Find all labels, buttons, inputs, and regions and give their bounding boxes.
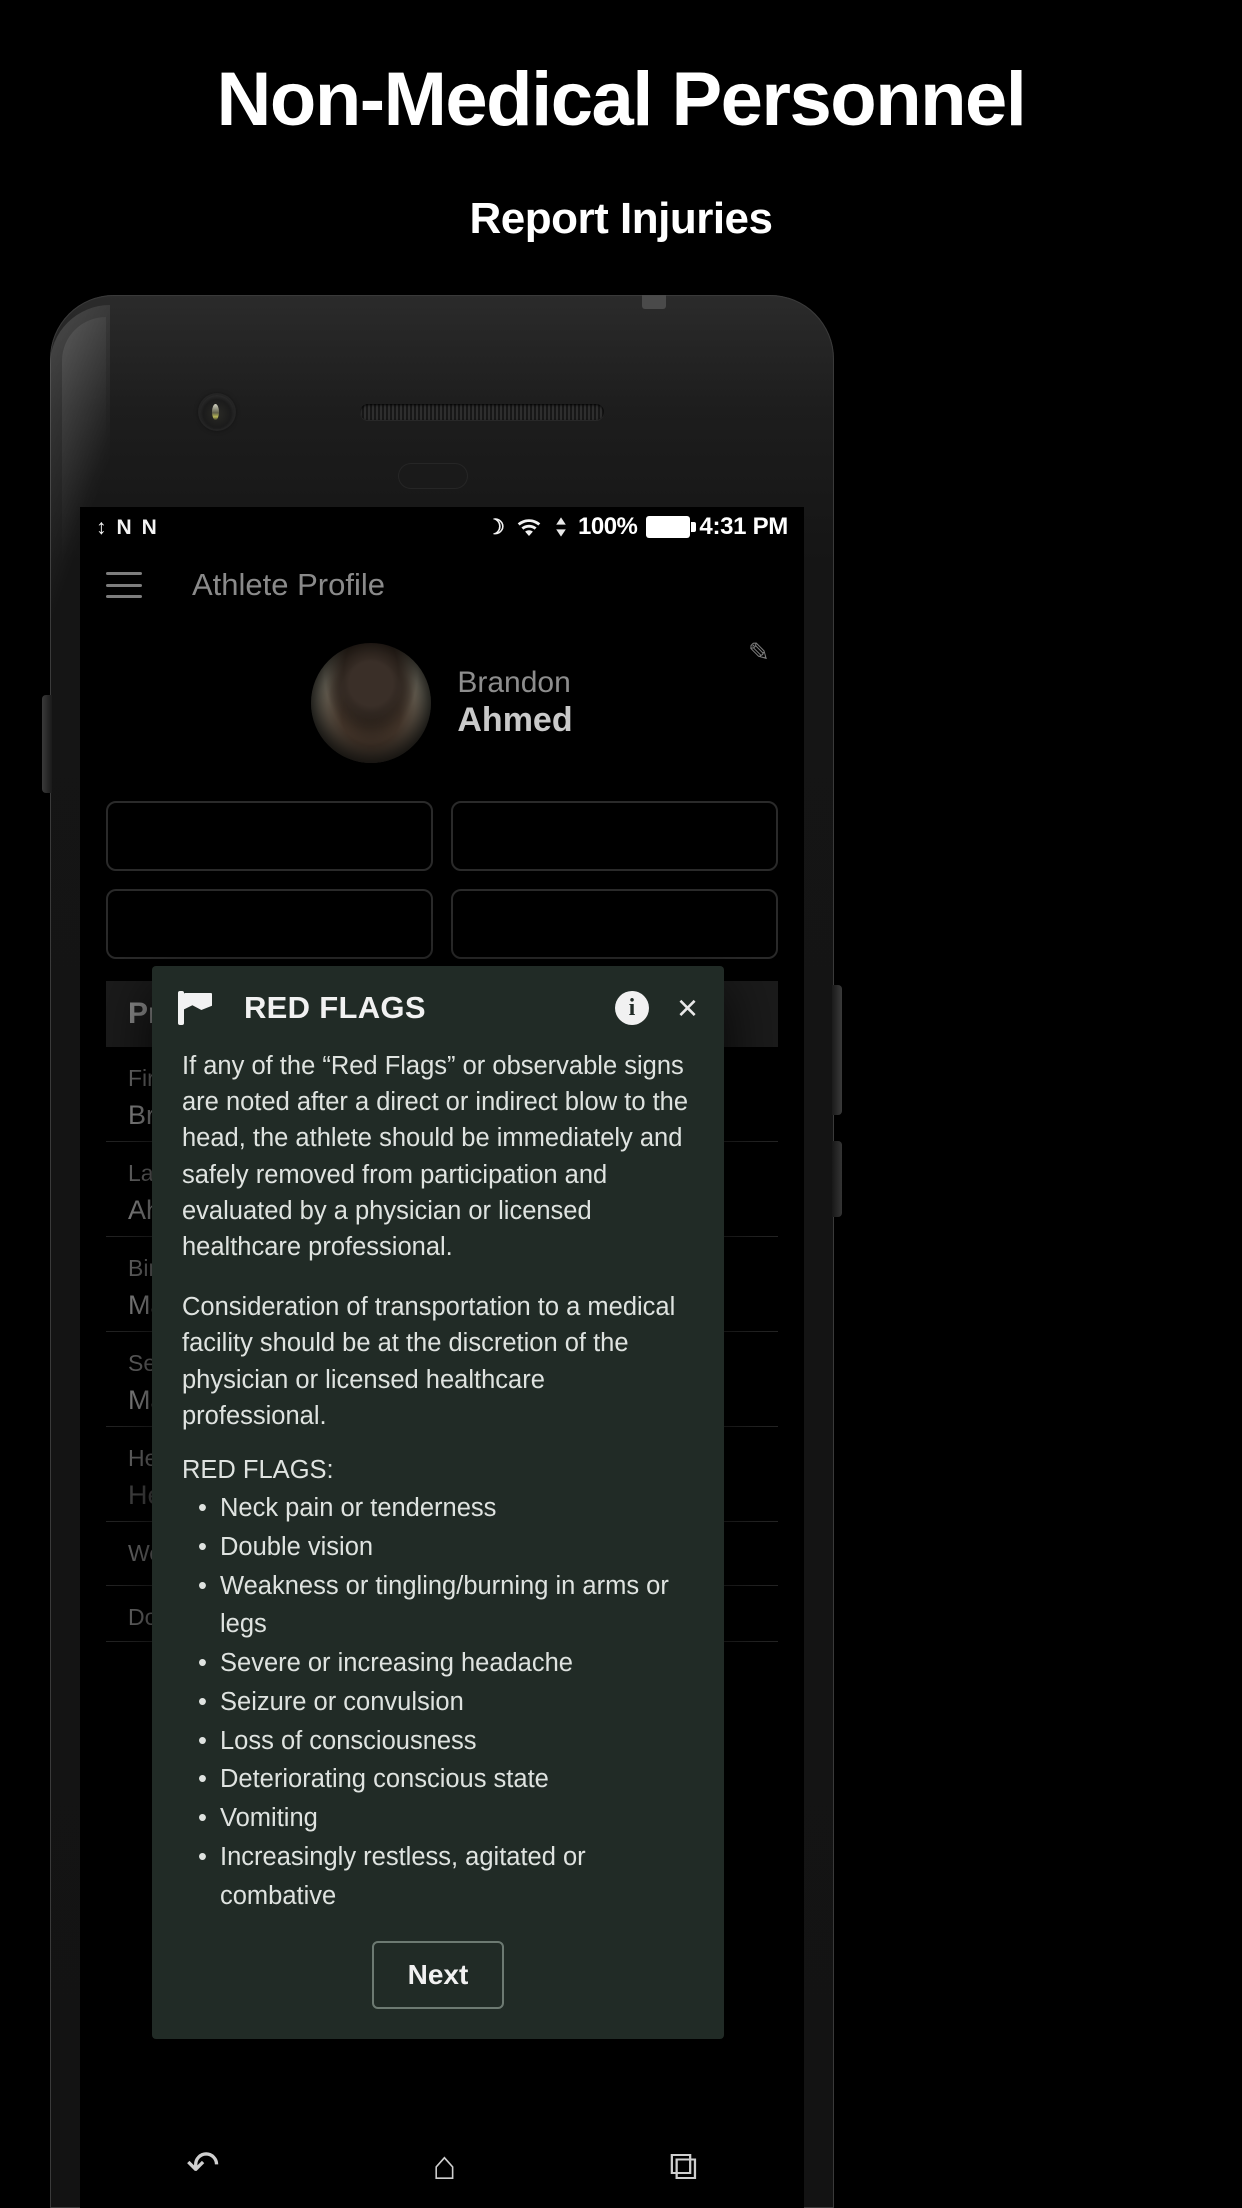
battery-percent: 100% (578, 513, 638, 540)
recent-apps-icon[interactable]: ⧉ (669, 2146, 698, 2186)
earpiece-speaker (360, 404, 604, 420)
promo-title: Non-Medical Personnel (216, 57, 1027, 142)
dialog-actions: i × (614, 990, 698, 1026)
athlete-first-name: Brandon (457, 666, 571, 700)
dialog-header: RED FLAGS i × (152, 966, 724, 1034)
dialog-paragraph-1: If any of the “Red Flags” or observable … (182, 1052, 689, 1262)
athlete-name: Brandon Ahmed (457, 666, 572, 740)
list-item: Weakness or tingling/burning in arms or … (182, 1567, 694, 1645)
ghost-field-row-1 (106, 801, 778, 871)
clock: 4:31 PM (699, 513, 788, 540)
info-icon[interactable]: i (614, 991, 649, 1025)
list-item: Double vision (182, 1528, 694, 1567)
close-icon[interactable]: × (677, 990, 698, 1026)
list-item: Neck pain or tenderness (182, 1489, 694, 1528)
nfc-icon-1: N (116, 515, 132, 539)
sync-icon: ↕ (96, 515, 107, 539)
next-button[interactable]: Next (371, 1941, 505, 2010)
red-flags-list-heading: RED FLAGS: (182, 1456, 334, 1485)
battery-icon (646, 516, 697, 538)
volume-button[interactable] (42, 695, 52, 793)
status-bar-left: ↕ N N (96, 517, 157, 538)
list-item: Vomiting (182, 1799, 694, 1838)
ghost-field-row-2 (106, 889, 778, 959)
front-camera-icon (200, 395, 234, 429)
red-flags-dialog: RED FLAGS i × If any of the “Red Flags” … (152, 966, 724, 2040)
list-item: Increasingly restless, agitated or comba… (182, 1838, 694, 1916)
red-flags-list: Neck pain or tenderness Double vision We… (182, 1489, 694, 1915)
data-transfer-icon (556, 517, 566, 537)
promo-header: Non-Medical Personnel Report Injuries (0, 0, 1242, 244)
app-bar: Athlete Profile (80, 547, 804, 623)
android-nav-bar: ↶ ⌂ ⧉ (80, 2124, 804, 2208)
phone-antenna-notch (642, 295, 666, 309)
profile-header: Brandon Ahmed ✎ (80, 623, 804, 783)
athlete-last-name: Ahmed (457, 700, 573, 739)
avatar[interactable] (311, 643, 432, 763)
flag-icon (178, 991, 218, 1025)
list-item: Seizure or convulsion (182, 1683, 694, 1722)
dialog-footer: Next (152, 1915, 724, 2039)
ghost-field[interactable] (451, 889, 778, 959)
dialog-body: If any of the “Red Flags” or observable … (152, 1034, 724, 1915)
home-icon[interactable]: ⌂ (432, 2146, 456, 2186)
wifi-icon (517, 519, 541, 536)
back-icon[interactable]: ↶ (186, 2146, 220, 2186)
list-item: Loss of consciousness (182, 1722, 694, 1761)
power-button[interactable] (832, 985, 842, 1115)
promo-subtitle: Report Injuries (469, 194, 774, 243)
pencil-icon[interactable]: ✎ (748, 637, 778, 667)
sensor-strip (398, 463, 468, 489)
ghost-field[interactable] (106, 801, 433, 871)
list-item: Deteriorating conscious state (182, 1760, 694, 1799)
ghost-field[interactable] (451, 801, 778, 871)
page-title: Athlete Profile (192, 567, 385, 602)
hamburger-menu-icon[interactable] (106, 572, 142, 598)
dialog-title: RED FLAGS (244, 990, 426, 1025)
ghost-field[interactable] (106, 889, 433, 959)
nfc-icon-2: N (141, 515, 157, 539)
list-item: Severe or increasing headache (182, 1644, 694, 1683)
secondary-button[interactable] (832, 1141, 842, 1217)
status-bar-right: ☽ 100% 4:31 PM (486, 513, 788, 541)
status-bar: ↕ N N ☽ 100% 4:31 PM (80, 507, 804, 547)
do-not-disturb-icon: ☽ (486, 515, 505, 539)
dialog-paragraph-2: Consideration of transportation to a med… (182, 1293, 676, 1430)
